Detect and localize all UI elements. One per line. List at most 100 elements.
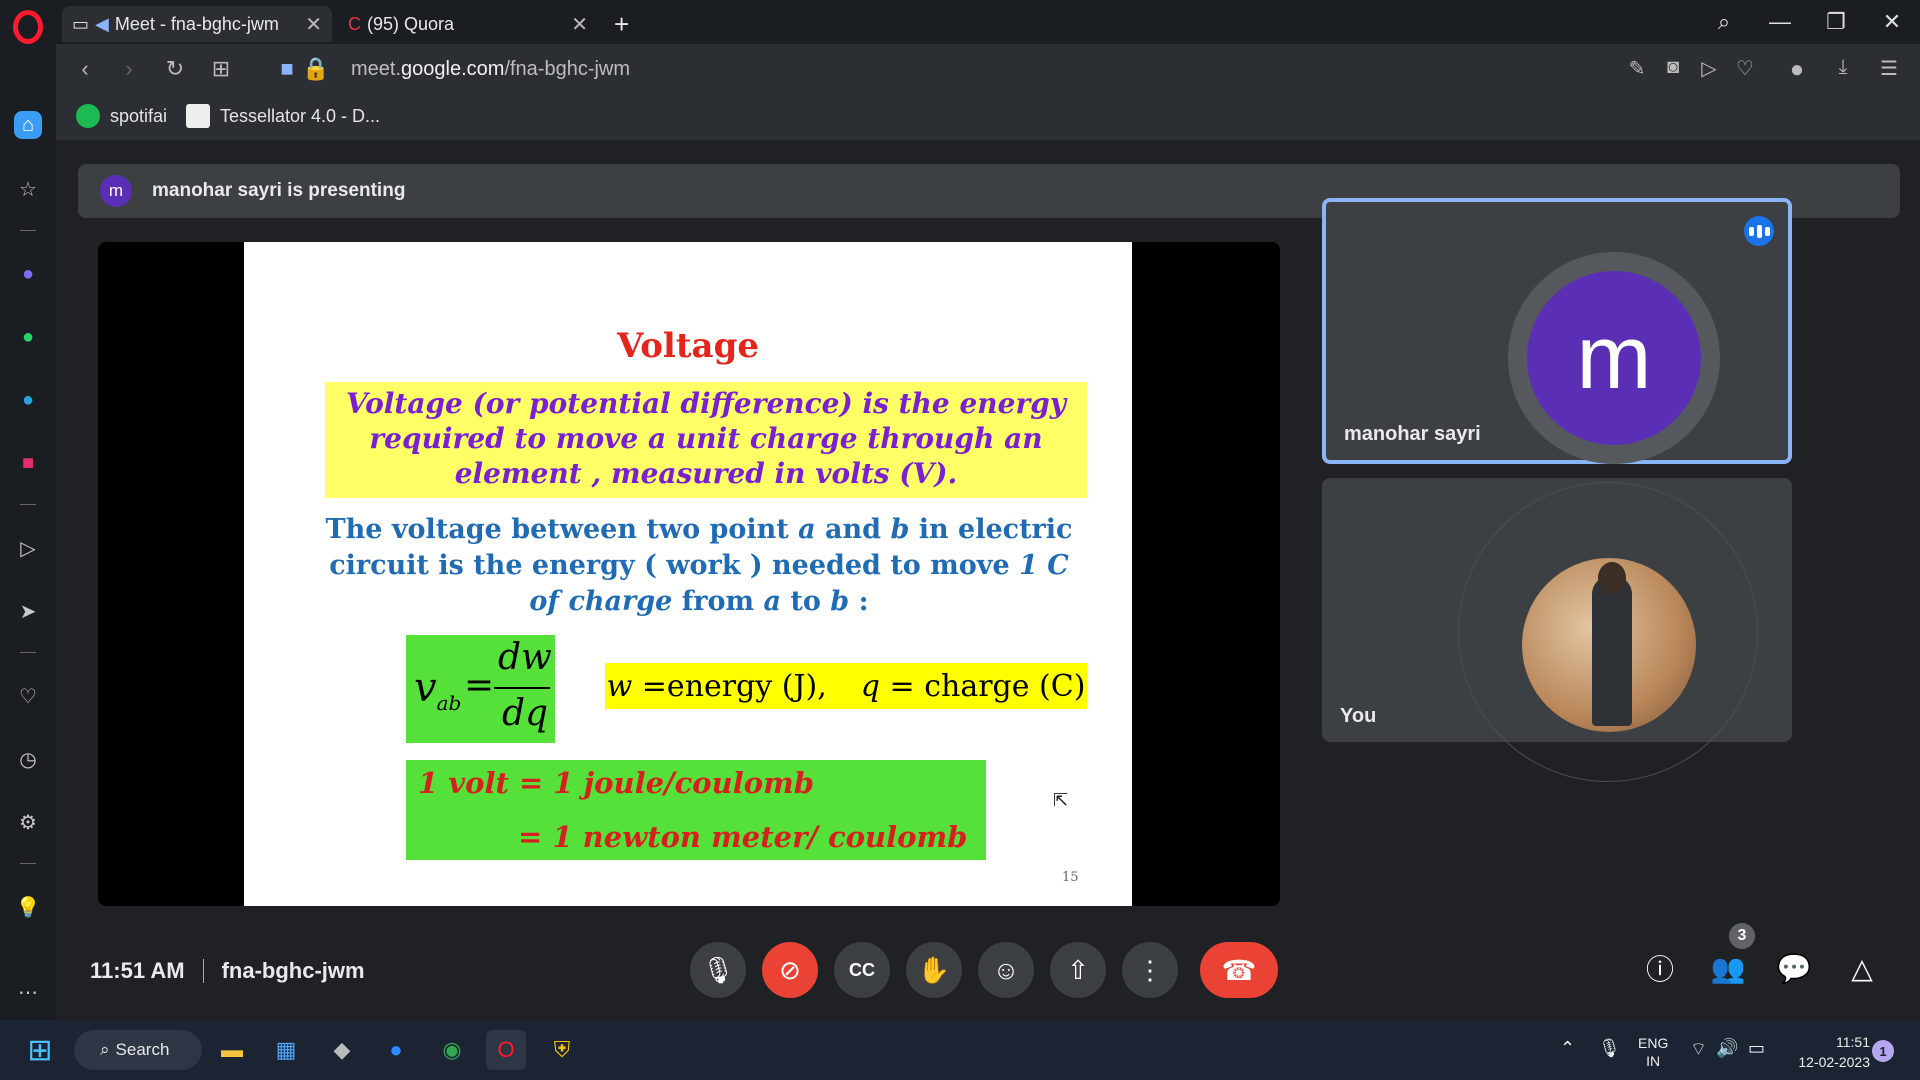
microphone-button[interactable]: 🎙 xyxy=(690,942,746,998)
activities-icon: △ xyxy=(1851,952,1873,984)
store-icon[interactable]: ▦ xyxy=(266,1030,306,1070)
activities-button[interactable]: △ xyxy=(1842,948,1882,988)
reload-icon[interactable]: ↻ xyxy=(162,56,188,82)
messenger-icon[interactable]: ● xyxy=(14,260,42,288)
start-icon[interactable]: ⊞ xyxy=(20,1030,60,1070)
restore-icon[interactable]: ❐ xyxy=(1808,9,1864,35)
more-options-button[interactable]: ⋮ xyxy=(1122,942,1178,998)
opera-logo-icon[interactable] xyxy=(13,10,43,44)
download-icon[interactable]: ⤓ xyxy=(1830,56,1856,79)
speaker-icon[interactable]: ◀ xyxy=(95,14,109,35)
close-icon[interactable]: ✕ xyxy=(571,12,588,37)
formula-denominator: dq xyxy=(502,693,549,734)
chat-icon: 💬 xyxy=(1776,952,1812,984)
meeting-code: fna-bghc-jwm xyxy=(221,958,365,983)
star-icon[interactable]: ☆ xyxy=(14,175,42,203)
profile-icon[interactable]: ● xyxy=(1784,56,1810,84)
url-field[interactable]: meet.google.com/fna-bghc-jwm xyxy=(351,58,630,81)
battery-icon[interactable]: ▭ xyxy=(1748,1038,1765,1059)
participant-tile-self[interactable]: You xyxy=(1322,478,1792,782)
back-icon[interactable]: ‹ xyxy=(72,56,98,82)
bookmarks-bar: spotifai Tessellator 4.0 - D... xyxy=(56,94,1920,140)
chat-button[interactable]: 💬 xyxy=(1774,948,1814,988)
snapshot-icon[interactable]: ◙ xyxy=(1660,56,1686,79)
raise-hand-button[interactable]: ✋ xyxy=(906,942,962,998)
wifi-icon[interactable]: ⌔ xyxy=(1690,1038,1707,1061)
definition-line: Voltage (or potential difference) is the… xyxy=(345,387,1067,420)
edit-icon[interactable]: ✎ xyxy=(1624,56,1650,81)
system-clock[interactable]: 11:51 12-02-2023 xyxy=(1790,1032,1870,1072)
presentation-view[interactable]: Voltage Voltage (or potential difference… xyxy=(98,242,1280,906)
definition-box: Voltage (or potential difference) is the… xyxy=(325,382,1087,498)
sidebar-divider xyxy=(20,230,36,231)
security-shield-icon[interactable]: ⛨ xyxy=(542,1030,582,1070)
spotify-icon xyxy=(76,104,100,128)
participant-name: You xyxy=(1340,705,1377,727)
heart-icon[interactable]: ♡ xyxy=(14,682,42,710)
present-button[interactable]: ⇧ xyxy=(1050,942,1106,998)
variables-box: w =energy (J), q = charge (C) xyxy=(605,663,1087,709)
close-window-icon[interactable]: ✕ xyxy=(1864,9,1920,35)
telegram-icon[interactable]: ● xyxy=(14,386,42,414)
tabs-grid-icon[interactable]: ⊞ xyxy=(208,56,234,82)
people-count-badge: 3 xyxy=(1726,920,1758,952)
region-label: IN xyxy=(1646,1053,1661,1069)
taskbar-search[interactable]: ⌕ Search xyxy=(74,1030,202,1070)
file-explorer-icon[interactable]: ▬ xyxy=(212,1030,252,1070)
mic-tray-icon[interactable]: 🎙 xyxy=(1598,1038,1621,1059)
player-icon[interactable]: ▷ xyxy=(14,534,42,562)
send-icon[interactable]: ▷ xyxy=(1696,56,1722,81)
lightbulb-icon[interactable]: 💡 xyxy=(14,893,42,921)
zoom-icon[interactable]: ● xyxy=(376,1030,416,1070)
new-tab-button[interactable]: + xyxy=(604,6,639,42)
easy-setup-icon[interactable]: ☰ xyxy=(1876,56,1902,81)
heart-icon[interactable]: ♡ xyxy=(1732,56,1758,81)
info-icon: ⓘ xyxy=(1645,954,1674,985)
tray-chevron-icon[interactable]: ⌃ xyxy=(1560,1038,1575,1059)
search-label: Search xyxy=(115,1040,170,1059)
participant-tile-presenter[interactable]: m manohar sayri xyxy=(1322,198,1792,464)
close-icon[interactable]: ✕ xyxy=(305,12,322,37)
unit-line: = 1 newton meter/ coulomb xyxy=(518,820,968,854)
sidebar-divider xyxy=(20,863,36,864)
info-button[interactable]: ⓘ xyxy=(1640,948,1680,988)
more-icon[interactable]: ⋯ xyxy=(14,978,42,1006)
camera-icon[interactable]: ■ xyxy=(274,56,300,82)
tab-label: Meet - fna-bghc-jwm xyxy=(114,13,279,34)
instagram-icon[interactable]: ■ xyxy=(14,449,42,477)
bookmark-tessellator[interactable]: Tessellator 4.0 - D... xyxy=(186,104,380,128)
avatar: m xyxy=(100,175,132,207)
end-call-button[interactable]: ☎ xyxy=(1200,942,1278,998)
whatsapp-icon[interactable]: ● xyxy=(14,323,42,351)
captions-button[interactable]: CC xyxy=(834,942,890,998)
home-icon[interactable]: ⌂ xyxy=(14,111,42,139)
search-icon[interactable]: ⌕ xyxy=(1696,9,1752,35)
lock-icon[interactable]: 🔒 xyxy=(302,56,329,82)
window-controls: ⌕ — ❐ ✕ xyxy=(1696,0,1920,44)
minimize-icon[interactable]: — xyxy=(1752,9,1808,35)
opera-icon[interactable]: O xyxy=(486,1030,526,1070)
language-indicator[interactable]: ENG IN xyxy=(1638,1034,1668,1070)
more-vert-icon: ⋮ xyxy=(1137,954,1163,985)
history-icon[interactable]: ◷ xyxy=(14,745,42,773)
clock-date: 12-02-2023 xyxy=(1798,1054,1870,1070)
forward-icon[interactable]: › xyxy=(116,56,142,82)
sidebar-divider xyxy=(20,652,36,653)
notification-badge[interactable]: 1 xyxy=(1872,1040,1894,1062)
meeting-details: 11:51 AM fna-bghc-jwm xyxy=(90,958,365,984)
var-q: q = charge (C) xyxy=(860,668,1086,704)
app-icon[interactable]: ◆ xyxy=(322,1030,362,1070)
chrome-icon[interactable]: ◉ xyxy=(432,1030,472,1070)
settings-icon[interactable]: ⚙ xyxy=(14,808,42,836)
send-icon[interactable]: ➤ xyxy=(14,597,42,625)
people-button[interactable]: 👥 xyxy=(1708,948,1748,988)
camera-button[interactable]: ⊘ xyxy=(762,942,818,998)
tab-meet[interactable]: ▭ ◀ Meet - fna-bghc-jwm ✕ xyxy=(62,6,332,42)
var-w: w =energy (J), xyxy=(606,668,827,704)
volume-icon[interactable]: 🔊 xyxy=(1716,1038,1738,1059)
bookmark-spotifai[interactable]: spotifai xyxy=(76,104,167,128)
reactions-button[interactable]: ☺ xyxy=(978,942,1034,998)
tab-quora[interactable]: C (95) Quora ✕ xyxy=(338,6,598,42)
tab-icon: ▭ xyxy=(72,13,90,34)
present-screen-icon: ⇧ xyxy=(1067,954,1089,985)
